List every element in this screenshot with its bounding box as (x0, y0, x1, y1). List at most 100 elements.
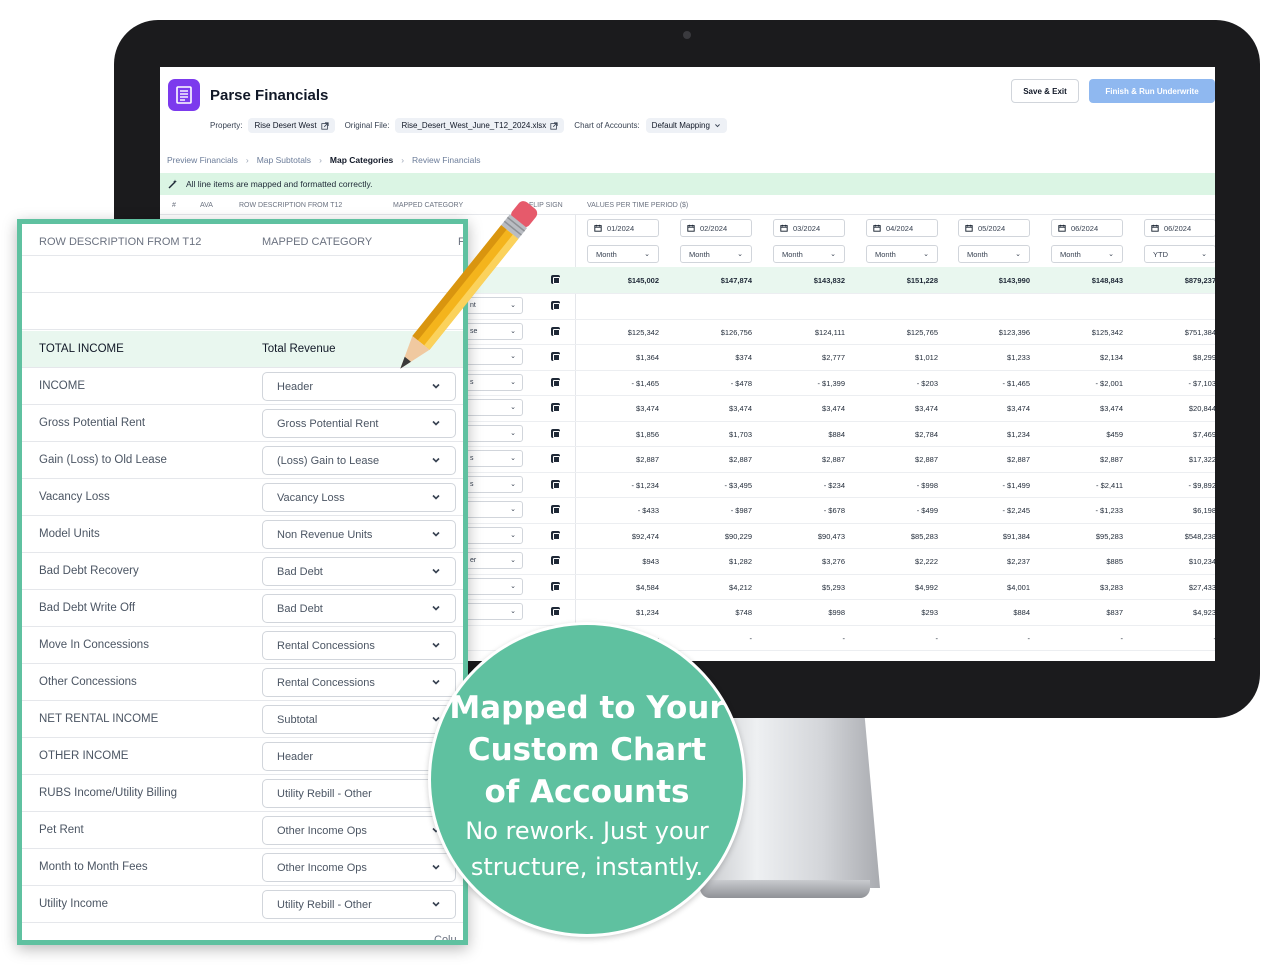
coa-value: Default Mapping (651, 121, 710, 130)
category-select[interactable]: se ⌄ (465, 322, 523, 340)
row-description: OTHER INCOME (39, 750, 129, 762)
period-type-select[interactable]: Month ⌄ (958, 245, 1030, 263)
category-select[interactable]: ⌄ (465, 577, 523, 595)
row-description: Pet Rent (39, 824, 84, 836)
value-cell: - $3,495 (724, 480, 752, 490)
period-type: Month (689, 249, 710, 259)
file-chip[interactable]: Rise_Desert_West_June_T12_2024.xlsx (395, 118, 565, 133)
badge-headline: Mapped to Your Custom Chart of Accounts (431, 687, 743, 813)
period-type: Month (782, 249, 803, 259)
flip-sign-icon[interactable] (551, 581, 560, 591)
save-exit-button[interactable]: Save & Exit (1011, 79, 1079, 103)
mapped-category-select[interactable]: Gross Potential Rent (262, 409, 456, 438)
mapped-category-select[interactable]: Bad Debt (262, 594, 456, 623)
mapped-category-value: Bad Debt (277, 603, 323, 615)
period-type-select[interactable]: Month ⌄ (587, 245, 659, 263)
period-type-select[interactable]: Month ⌄ (1051, 245, 1123, 263)
category-select[interactable]: s ⌄ (465, 475, 523, 493)
value-cell: - $234 (823, 480, 845, 490)
value-cell: $3,474 (729, 404, 752, 413)
value-cell: $4,001 (1007, 582, 1030, 592)
flip-sign-icon[interactable] (551, 454, 560, 463)
mapped-category-select[interactable]: Rental Concessions (262, 668, 456, 697)
flip-sign-icon[interactable] (551, 556, 560, 565)
mapped-category-select[interactable]: Utility Rebill - Other (262, 890, 456, 919)
period-type-select[interactable]: YTD ⌄ (1144, 245, 1215, 263)
flip-sign-icon[interactable] (551, 352, 560, 361)
mapped-category-select[interactable]: Header (262, 372, 456, 401)
category-select[interactable]: ⌄ (465, 603, 523, 620)
period-type-select[interactable]: Month ⌄ (773, 245, 845, 263)
value-cell: - $2,411 (1096, 480, 1123, 490)
category-select[interactable]: s ⌄ (465, 373, 523, 391)
flip-sign-icon[interactable] (551, 326, 560, 336)
value-cell: - $1,234 (631, 480, 659, 490)
finish-run-button[interactable]: Finish & Run Underwrite (1089, 79, 1215, 103)
external-link-icon[interactable] (550, 121, 558, 130)
mapped-category-select[interactable]: (Loss) Gain to Lease (262, 446, 456, 475)
flip-sign-icon[interactable] (551, 377, 560, 387)
value-cell: - $1,499 (1002, 480, 1030, 490)
mapped-category-select[interactable]: Header (262, 742, 456, 771)
period-date-picker[interactable]: 06/2024 (1051, 219, 1123, 237)
category-partial: s (470, 480, 474, 488)
mapped-category-value: Bad Debt (277, 566, 323, 578)
flip-sign-icon[interactable] (551, 301, 560, 310)
period-date-picker[interactable]: 04/2024 (866, 219, 938, 237)
coa-select[interactable]: Default Mapping (645, 118, 727, 133)
category-select[interactable]: ⌄ (465, 526, 523, 544)
value-cell: $943 (642, 557, 659, 566)
category-select[interactable]: ⌄ (465, 348, 523, 365)
period-date: 05/2024 (978, 223, 1006, 233)
chevron-down-icon (432, 531, 440, 537)
chevron-down-icon: ⌄ (510, 480, 516, 488)
flip-sign-icon[interactable] (551, 479, 560, 489)
flip-sign-icon[interactable] (551, 530, 560, 540)
row-description: Gain (Loss) to Old Lease (39, 454, 167, 466)
flip-sign-icon[interactable] (551, 505, 560, 514)
period-type-select[interactable]: Month ⌄ (866, 245, 938, 263)
external-link-icon[interactable] (320, 121, 329, 130)
category-select[interactable]: er ⌄ (465, 552, 523, 569)
mapped-category-select[interactable]: Non Revenue Units (262, 520, 456, 549)
mapped-category-select[interactable]: Subtotal (262, 705, 456, 734)
period-date-picker[interactable]: 03/2024 (773, 219, 845, 237)
flip-sign-icon[interactable] (551, 275, 560, 284)
value-cell: $4,584 (636, 582, 659, 592)
value-cell: - $2,001 (1095, 378, 1123, 388)
crumb-preview-financials[interactable]: Preview Financials (167, 155, 238, 165)
mapped-category-select[interactable]: Bad Debt (262, 557, 456, 586)
flip-sign-icon[interactable] (551, 607, 560, 616)
period-type-select[interactable]: Month ⌄ (680, 245, 752, 263)
crumb-map-categories[interactable]: Map Categories (330, 155, 393, 165)
mapped-category-value: Utility Rebill - Other (277, 788, 372, 800)
category-select[interactable]: ⌄ (465, 399, 523, 416)
category-select[interactable]: s ⌄ (465, 450, 523, 467)
property-label: Property: (210, 121, 243, 130)
chevron-down-icon (432, 642, 440, 648)
row-description: Model Units (39, 528, 100, 540)
crumb-map-subtotals[interactable]: Map Subtotals (257, 155, 311, 165)
mapped-category-select[interactable]: Rental Concessions (262, 631, 456, 660)
total-value-cell: $145,002 (627, 276, 659, 285)
period-date-picker[interactable]: 06/2024 (1144, 219, 1215, 237)
period-date-picker[interactable]: 02/2024 (680, 219, 752, 237)
crumb-review-financials[interactable]: Review Financials (412, 155, 481, 165)
value-cell: $6,198 (1193, 506, 1215, 515)
period-date-picker[interactable]: 05/2024 (958, 219, 1030, 237)
flip-sign-icon[interactable] (551, 428, 560, 438)
chevron-down-icon: ⌄ (510, 327, 516, 335)
mapped-category-select[interactable]: Other Income Ops (262, 816, 456, 845)
mapped-category-select[interactable]: Utility Rebill - Other (262, 779, 456, 808)
chevron-right-icon: › (319, 155, 322, 165)
flip-sign-icon[interactable] (551, 403, 560, 412)
mapped-category-select[interactable]: Vacancy Loss (262, 483, 456, 512)
mapped-category-select[interactable]: Other Income Ops (262, 853, 456, 882)
category-select[interactable]: nt ⌄ (465, 297, 523, 314)
property-chip[interactable]: Rise Desert West (248, 118, 335, 133)
chevron-down-icon: ⌄ (510, 455, 516, 462)
period-date-picker[interactable]: 01/2024 (587, 219, 659, 237)
category-select[interactable]: ⌄ (465, 424, 523, 442)
mapped-category-value: Header (277, 751, 314, 763)
category-select[interactable]: ⌄ (465, 501, 523, 518)
